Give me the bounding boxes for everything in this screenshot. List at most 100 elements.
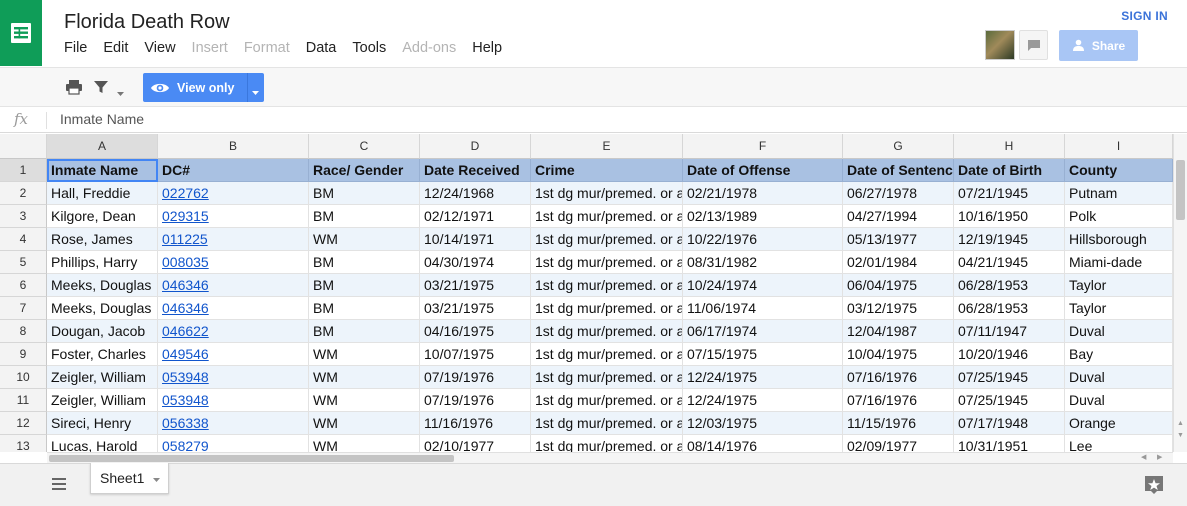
column-header-h[interactable]: H: [954, 134, 1065, 159]
dc-number-link[interactable]: 049546: [162, 346, 209, 362]
dc-number-cell[interactable]: 022762: [158, 182, 309, 205]
row-header[interactable]: 2: [0, 182, 47, 205]
menu-item-file[interactable]: File: [64, 40, 87, 58]
table-cell[interactable]: 1st dg mur/premed. or attempt: [531, 228, 683, 251]
row-header[interactable]: 13: [0, 435, 47, 452]
row-header[interactable]: 1: [0, 159, 47, 182]
table-cell[interactable]: WM: [309, 366, 420, 389]
table-cell[interactable]: Orange: [1065, 412, 1173, 435]
table-cell[interactable]: BM: [309, 297, 420, 320]
table-cell[interactable]: 1st dg mur/premed. or attempt: [531, 343, 683, 366]
print-icon[interactable]: [65, 79, 83, 100]
chevron-down-icon[interactable]: [153, 470, 161, 486]
menu-item-insert[interactable]: Insert: [192, 40, 228, 58]
dc-number-link[interactable]: 056338: [162, 415, 209, 431]
column-title-cell[interactable]: Date Received: [420, 159, 531, 182]
horizontal-scrollbar[interactable]: ◀ ▶: [47, 452, 1173, 463]
table-cell[interactable]: Hall, Freddie: [47, 182, 158, 205]
table-cell[interactable]: Duval: [1065, 320, 1173, 343]
column-title-cell[interactable]: Crime: [531, 159, 683, 182]
dc-number-cell[interactable]: 058279: [158, 435, 309, 452]
table-cell[interactable]: 12/24/1975: [683, 389, 843, 412]
table-cell[interactable]: 07/21/1945: [954, 182, 1065, 205]
dc-number-link[interactable]: 053948: [162, 369, 209, 385]
column-title-cell[interactable]: DC#: [158, 159, 309, 182]
explore-icon[interactable]: [1143, 474, 1165, 501]
row-header[interactable]: 4: [0, 228, 47, 251]
dc-number-link[interactable]: 029315: [162, 208, 209, 224]
table-cell[interactable]: BM: [309, 205, 420, 228]
vertical-scrollbar[interactable]: ▲ ▼: [1173, 134, 1187, 452]
menu-item-help[interactable]: Help: [472, 40, 502, 58]
dc-number-link[interactable]: 053948: [162, 392, 209, 408]
dc-number-link[interactable]: 046346: [162, 277, 209, 293]
spreadsheet-grid[interactable]: ABCDEFGHI 1 Inmate Name DC# Race/ Gender Dat…: [0, 134, 1173, 452]
dc-number-cell[interactable]: 029315: [158, 205, 309, 228]
table-cell[interactable]: 07/19/1976: [420, 366, 531, 389]
table-cell[interactable]: 12/03/1975: [683, 412, 843, 435]
horizontal-scroll-thumb[interactable]: [49, 455, 454, 462]
table-cell[interactable]: WM: [309, 228, 420, 251]
dc-number-cell[interactable]: 046346: [158, 297, 309, 320]
table-cell[interactable]: 1st dg mur/premed. or attempt: [531, 297, 683, 320]
menu-item-view[interactable]: View: [144, 40, 175, 58]
menu-item-format[interactable]: Format: [244, 40, 290, 58]
table-cell[interactable]: BM: [309, 182, 420, 205]
table-cell[interactable]: Taylor: [1065, 274, 1173, 297]
table-cell[interactable]: 06/04/1975: [843, 274, 954, 297]
table-cell[interactable]: 1st dg mur/premed. or attempt: [531, 182, 683, 205]
table-cell[interactable]: 1st dg mur/premed. or attempt: [531, 435, 683, 452]
table-cell[interactable]: Phillips, Harry: [47, 251, 158, 274]
table-cell[interactable]: 07/11/1947: [954, 320, 1065, 343]
scroll-down-icon[interactable]: ▼: [1177, 432, 1184, 439]
table-cell[interactable]: 1st dg mur/premed. or attempt: [531, 205, 683, 228]
column-header-f[interactable]: F: [683, 134, 843, 159]
row-header[interactable]: 11: [0, 389, 47, 412]
table-cell[interactable]: 07/16/1976: [843, 389, 954, 412]
row-header[interactable]: 6: [0, 274, 47, 297]
menu-item-tools[interactable]: Tools: [352, 40, 386, 58]
column-header-b[interactable]: B: [158, 134, 309, 159]
dc-number-link[interactable]: 058279: [162, 438, 209, 452]
table-cell[interactable]: BM: [309, 274, 420, 297]
column-header-c[interactable]: C: [309, 134, 420, 159]
dc-number-cell[interactable]: 056338: [158, 412, 309, 435]
table-cell[interactable]: 10/31/1951: [954, 435, 1065, 452]
table-cell[interactable]: 02/21/1978: [683, 182, 843, 205]
table-cell[interactable]: 07/15/1975: [683, 343, 843, 366]
table-cell[interactable]: 10/16/1950: [954, 205, 1065, 228]
table-cell[interactable]: 11/15/1976: [843, 412, 954, 435]
column-title-cell[interactable]: Race/ Gender: [309, 159, 420, 182]
column-header-d[interactable]: D: [420, 134, 531, 159]
table-cell[interactable]: BM: [309, 320, 420, 343]
dc-number-cell[interactable]: 046622: [158, 320, 309, 343]
table-cell[interactable]: 02/01/1984: [843, 251, 954, 274]
table-cell[interactable]: 08/31/1982: [683, 251, 843, 274]
dc-number-cell[interactable]: 053948: [158, 389, 309, 412]
table-cell[interactable]: 04/16/1975: [420, 320, 531, 343]
table-cell[interactable]: 12/24/1968: [420, 182, 531, 205]
dc-number-link[interactable]: 022762: [162, 185, 209, 201]
column-title-cell[interactable]: Date of Offense: [683, 159, 843, 182]
sign-in-link[interactable]: SIGN IN: [1121, 9, 1168, 23]
document-title[interactable]: Florida Death Row: [64, 11, 230, 34]
view-only-button[interactable]: View only: [143, 73, 264, 102]
table-cell[interactable]: 1st dg mur/premed. or attempt: [531, 412, 683, 435]
table-cell[interactable]: Lucas, Harold: [47, 435, 158, 452]
sheets-logo-icon[interactable]: [0, 0, 42, 66]
table-cell[interactable]: Sireci, Henry: [47, 412, 158, 435]
table-cell[interactable]: 10/24/1974: [683, 274, 843, 297]
avatar[interactable]: [985, 30, 1015, 60]
select-all-corner[interactable]: [0, 134, 47, 159]
row-header[interactable]: 7: [0, 297, 47, 320]
table-cell[interactable]: 10/07/1975: [420, 343, 531, 366]
table-cell[interactable]: 11/06/1974: [683, 297, 843, 320]
table-cell[interactable]: WM: [309, 435, 420, 452]
menu-item-data[interactable]: Data: [306, 40, 337, 58]
table-cell[interactable]: 07/17/1948: [954, 412, 1065, 435]
share-button[interactable]: Share: [1059, 30, 1138, 61]
scroll-up-icon[interactable]: ▲: [1177, 420, 1184, 427]
dc-number-link[interactable]: 046346: [162, 300, 209, 316]
table-cell[interactable]: WM: [309, 389, 420, 412]
table-cell[interactable]: 1st dg mur/premed. or attempt: [531, 320, 683, 343]
